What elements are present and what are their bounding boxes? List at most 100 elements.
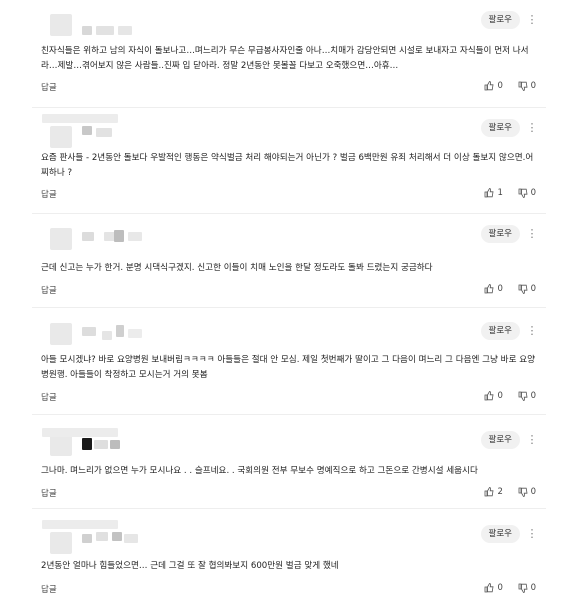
comment-item: 팔로우 ⋮ 2년동안 얼마나 힘들었으면… 근데 그걸 또 잘 협의봐보지 60…	[32, 520, 546, 595]
comment-text: 근데 신고는 누가 한거. 분명 시댁식구겠지. 신고한 이들이 치매 노인을 …	[41, 263, 433, 273]
blurred-username	[82, 327, 96, 336]
comment-item: 팔로우 ⋮ 근데 신고는 누가 한거. 분명 시댁식구겠지. 신고한 이들이 치…	[32, 222, 546, 296]
reply-button[interactable]: 답글	[41, 391, 57, 403]
follow-button[interactable]: 팔로우	[480, 431, 520, 449]
like-button[interactable]: 1	[484, 188, 503, 198]
blurred-username	[114, 230, 124, 242]
reply-button[interactable]: 답글	[41, 284, 57, 296]
comment-text: 아들 모시겠냐? 바로 요양병원 보내버림ㅋㅋㅋㅋ 아들들은 절대 안 모심. …	[41, 355, 536, 380]
like-count: 0	[497, 583, 503, 593]
dislike-count: 0	[530, 391, 536, 401]
blurred-username	[128, 232, 142, 241]
more-icon[interactable]: ⋮	[526, 524, 538, 544]
dislike-count: 0	[530, 583, 536, 593]
thumbs-up-icon	[485, 81, 494, 91]
comment-item: 팔로우 ⋮ 요즘 판사들 - 2년동안 돌보다 우발적인 행동은 약식벌금 처리…	[32, 114, 546, 200]
dislike-count: 0	[530, 81, 536, 91]
thumbs-down-icon	[518, 188, 528, 198]
blurred-username	[82, 126, 92, 135]
reply-button[interactable]: 답글	[41, 81, 57, 93]
avatar[interactable]	[50, 532, 72, 554]
blurred-username	[82, 26, 92, 35]
thumbs-down-icon	[518, 284, 528, 294]
blurred-username	[96, 26, 114, 35]
dislike-button[interactable]: 0	[518, 188, 536, 198]
thumbs-down-icon	[518, 81, 528, 91]
dislike-button[interactable]: 0	[518, 487, 536, 497]
blurred-username	[96, 128, 112, 137]
thumbs-up-icon	[485, 583, 494, 593]
blurred-username	[112, 532, 122, 541]
thumbs-down-icon	[518, 487, 528, 497]
avatar[interactable]	[50, 14, 72, 36]
blurred-username	[82, 232, 94, 241]
comment-text: 그나마. 며느리가 없으면 누가 모시나요 . . 슬프네요. . 국회의원 전…	[41, 466, 478, 476]
blurred-username	[128, 329, 142, 338]
follow-button[interactable]: 팔로우	[480, 322, 520, 340]
follow-button[interactable]: 팔로우	[480, 525, 520, 543]
more-icon[interactable]: ⋮	[526, 321, 538, 341]
follow-button[interactable]: 팔로우	[480, 225, 520, 243]
vote-bar: 0 0	[472, 284, 536, 297]
like-count: 1	[497, 188, 503, 198]
comment-item: 팔로우 ⋮ 아들 모시겠냐? 바로 요양병원 보내버림ㅋㅋㅋㅋ 아들들은 절대 …	[32, 317, 546, 403]
dislike-count: 0	[530, 284, 536, 294]
more-icon[interactable]: ⋮	[526, 10, 538, 30]
follow-button[interactable]: 팔로우	[480, 119, 520, 137]
blurred-username	[118, 26, 132, 35]
thumbs-up-icon	[485, 487, 494, 497]
more-icon[interactable]: ⋮	[526, 224, 538, 244]
avatar[interactable]	[50, 126, 72, 148]
blurred-username	[116, 325, 124, 337]
dislike-count: 0	[530, 188, 536, 198]
dislike-button[interactable]: 0	[518, 284, 536, 294]
dislike-button[interactable]: 0	[518, 583, 536, 593]
blurred-username	[96, 532, 108, 541]
like-button[interactable]: 2	[484, 487, 503, 497]
avatar[interactable]	[50, 434, 72, 456]
like-button[interactable]: 0	[484, 81, 503, 91]
divider	[32, 107, 546, 108]
comment-text: 요즘 판사들 - 2년동안 돌보다 우발적인 행동은 약식벌금 처리 해야되는거…	[41, 153, 534, 178]
avatar[interactable]	[50, 228, 72, 250]
like-button[interactable]: 0	[484, 583, 503, 593]
thumbs-up-icon	[485, 284, 494, 294]
like-button[interactable]: 0	[484, 391, 503, 401]
thumbs-up-icon	[485, 391, 494, 401]
like-count: 2	[497, 487, 503, 497]
dislike-count: 0	[530, 487, 536, 497]
comment-item: 팔로우 ⋮ 친자식들은 위하고 남의 자식이 돌보나고…며느리가 무슨 무급봉사…	[32, 8, 546, 93]
comment-text: 2년동안 얼마나 힘들었으면… 근데 그걸 또 잘 협의봐보지 600만원 벌금…	[41, 561, 339, 571]
thumbs-up-icon	[485, 188, 494, 198]
more-icon[interactable]: ⋮	[526, 430, 538, 450]
vote-bar: 0 0	[472, 391, 536, 404]
reply-button[interactable]: 답글	[41, 188, 57, 200]
blurred-username	[110, 440, 120, 449]
like-count: 0	[497, 284, 503, 294]
blurred-username	[82, 534, 92, 543]
blurred-username	[42, 520, 118, 529]
dislike-button[interactable]: 0	[518, 81, 536, 91]
thumbs-down-icon	[518, 583, 528, 593]
like-count: 0	[497, 391, 503, 401]
avatar[interactable]	[50, 323, 72, 345]
divider	[32, 307, 546, 308]
blurred-username	[42, 428, 118, 437]
like-count: 0	[497, 81, 503, 91]
comment-item: 팔로우 ⋮ 그나마. 며느리가 없으면 누가 모시나요 . . 슬프네요. . …	[32, 428, 546, 499]
reply-button[interactable]: 답글	[41, 583, 57, 595]
blurred-username	[94, 440, 108, 449]
reply-button[interactable]: 답글	[41, 487, 57, 499]
vote-bar: 1 0	[472, 188, 536, 201]
blurred-username	[42, 114, 118, 123]
divider	[32, 508, 546, 509]
dislike-button[interactable]: 0	[518, 391, 536, 401]
more-icon[interactable]: ⋮	[526, 118, 538, 138]
thumbs-down-icon	[518, 391, 528, 401]
divider	[32, 414, 546, 415]
follow-button[interactable]: 팔로우	[480, 11, 520, 29]
comment-text: 친자식들은 위하고 남의 자식이 돌보나고…며느리가 무슨 무급봉사자인줄 아나…	[41, 46, 529, 71]
like-button[interactable]: 0	[484, 284, 503, 294]
blurred-username	[124, 534, 138, 543]
vote-bar: 0 0	[472, 81, 536, 94]
